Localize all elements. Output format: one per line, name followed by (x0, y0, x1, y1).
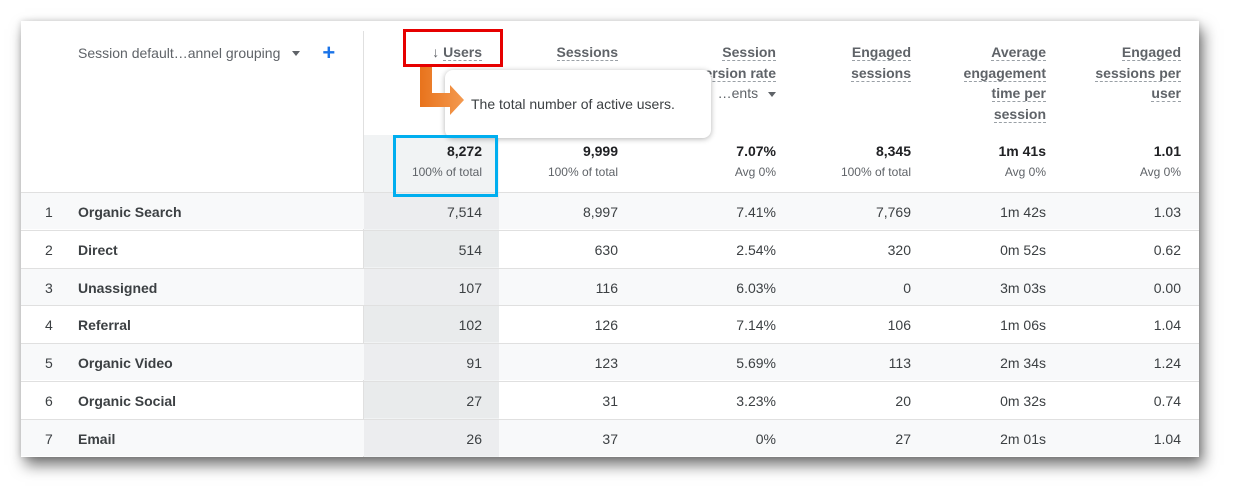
row-index: 2 (45, 241, 53, 258)
row-index: 5 (45, 355, 53, 372)
metric-cell: 0.00 (1153, 279, 1181, 296)
column-header-engaged-sessions-per-user[interactable]: Engaged sessions per user (1061, 42, 1181, 104)
report-table-card: Session default…annel grouping + ↓ Users… (21, 21, 1199, 457)
plus-icon[interactable]: + (322, 42, 335, 64)
total-avg-engagement-time: 1m 41s Avg 0% (998, 143, 1046, 179)
metric-cell: 1.03 (1153, 204, 1181, 220)
table-row[interactable]: 7 Email 26 37 0% 27 2m 01s 1.04 (21, 418, 1199, 456)
metric-cell: 91 (466, 355, 482, 372)
annotation-arrow-icon (420, 67, 464, 115)
metric-cell: 0.62 (1153, 241, 1181, 258)
metric-cell: 7,514 (446, 204, 482, 220)
metric-cell: 630 (594, 241, 618, 258)
metric-cell: 37 (602, 430, 618, 447)
metric-cell: 0m 32s (1000, 393, 1046, 409)
metric-cell: 1m 42s (1000, 204, 1046, 220)
channel-name[interactable]: Organic Social (78, 393, 176, 409)
users-header-highlight-box (403, 29, 503, 67)
metric-cell: 27 (466, 393, 482, 409)
metric-cell: 8,997 (582, 204, 618, 220)
metric-cell: 2m 34s (1000, 355, 1046, 372)
table-row[interactable]: 3 Unassigned 107 116 6.03% 0 3m 03s 0.00 (21, 267, 1199, 305)
metric-cell: 2.54% (736, 241, 776, 258)
table-row[interactable]: 4 Referral 102 126 7.14% 106 1m 06s 1.04 (21, 305, 1199, 343)
total-sessions: 9,999 100% of total (547, 143, 618, 179)
metric-cell: 514 (458, 241, 482, 258)
metric-cell: 7.41% (736, 204, 776, 220)
metric-cell: 0m 52s (1000, 241, 1046, 258)
metric-cell: 320 (887, 241, 911, 258)
metric-cell: 7,769 (875, 204, 911, 220)
metric-cell: 126 (594, 317, 618, 334)
metric-cell: 0.74 (1153, 393, 1181, 409)
metric-cell: 102 (458, 317, 482, 334)
dimension-header[interactable]: Session default…annel grouping + (78, 42, 335, 64)
metric-cell: 1m 06s (1000, 317, 1046, 334)
table-row[interactable]: 1 Organic Search 7,514 8,997 7.41% 7,769 1m 42… (21, 192, 1199, 229)
metric-cell: 2m 01s (1000, 430, 1046, 447)
metric-cell: 20 (895, 393, 911, 409)
metric-cell: 123 (594, 355, 618, 372)
caret-down-icon (768, 91, 776, 97)
table-row[interactable]: 5 Organic Video 91 123 5.69% 113 2m 34s 1.24 (21, 343, 1199, 381)
channel-name[interactable]: Organic Search (78, 204, 182, 220)
channel-name[interactable]: Email (78, 431, 115, 447)
metric-cell: 106 (887, 317, 911, 334)
metric-cell: 107 (458, 279, 482, 296)
table-row[interactable]: 2 Direct 514 630 2.54% 320 0m 52s 0.62 (21, 229, 1199, 267)
total-engaged-per-user: 1.01 Avg 0% (1139, 143, 1181, 179)
metric-cell: 0 (903, 279, 911, 296)
metric-cell: 113 (888, 355, 911, 372)
column-header-engaged-sessions[interactable]: Engaged sessions (781, 42, 911, 83)
caret-down-icon[interactable] (292, 50, 301, 56)
row-index: 1 (45, 204, 53, 220)
row-index: 6 (45, 393, 53, 409)
channel-name[interactable]: Organic Video (78, 355, 173, 371)
column-header-sessions[interactable]: Sessions (499, 42, 618, 63)
metric-cell: 7.14% (736, 317, 776, 334)
metric-cell: 1.04 (1153, 317, 1181, 334)
users-total-highlight-box (393, 135, 498, 197)
metric-cell: 1.24 (1153, 355, 1181, 372)
metric-cell: 1.04 (1153, 430, 1181, 447)
channel-name[interactable]: Referral (78, 317, 131, 333)
metric-cell: 116 (595, 279, 618, 296)
metric-cell: 27 (895, 430, 911, 447)
total-engaged-sessions: 8,345 100% of total (840, 143, 911, 179)
metric-cell: 3m 03s (1000, 279, 1046, 296)
table-row[interactable]: 6 Organic Social 27 31 3.23% 20 0m 32s 0.74 (21, 381, 1199, 418)
metric-cell: 3.23% (736, 393, 776, 409)
metric-cell: 5.69% (736, 355, 776, 372)
row-index: 7 (45, 430, 53, 447)
metric-cell: 26 (466, 430, 482, 447)
metric-cell: 6.03% (736, 279, 776, 296)
dimension-label: Session default…annel grouping (78, 45, 281, 61)
event-selector[interactable]: …ents (718, 85, 776, 101)
row-index: 3 (45, 279, 53, 296)
channel-name[interactable]: Unassigned (78, 280, 157, 296)
column-header-avg-engagement-time[interactable]: Average engagement time per session (921, 42, 1046, 124)
metric-tooltip: The total number of active users. (445, 70, 711, 138)
metric-cell: 0% (755, 430, 776, 447)
total-conversion-rate: 7.07% Avg 0% (734, 143, 776, 179)
channel-name[interactable]: Direct (78, 242, 118, 258)
row-index: 4 (45, 317, 53, 334)
metric-cell: 31 (602, 393, 618, 409)
